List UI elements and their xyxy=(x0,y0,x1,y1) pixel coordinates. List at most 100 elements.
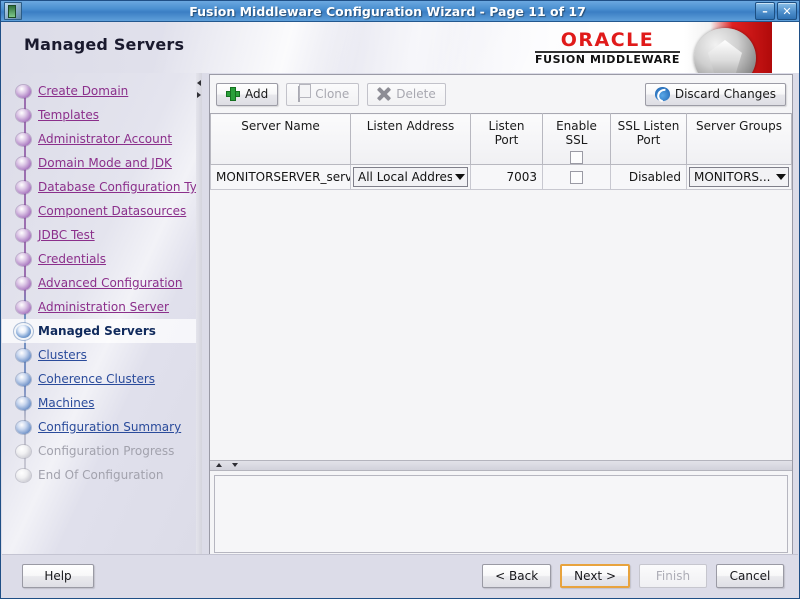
sidebar-item-label: Credentials xyxy=(38,252,107,266)
help-button[interactable]: Help xyxy=(22,564,94,588)
sidebar-item-label: Create Domain xyxy=(38,84,129,98)
expand-down-icon[interactable] xyxy=(232,463,238,467)
oracle-wordmark: ORACLE xyxy=(560,29,655,51)
enable-ssl-checkbox[interactable] xyxy=(570,171,583,184)
server-groups-dropdown[interactable]: MONITORS... xyxy=(689,167,789,187)
sidebar-item-label: Configuration Progress xyxy=(38,444,175,458)
cell-listen-address[interactable]: All Local Address... xyxy=(350,164,471,190)
cell-server-name[interactable]: MONITORSERVER_server xyxy=(210,164,351,190)
server-groups-value: MONITORS... xyxy=(694,170,771,184)
sidebar-item-domain-mode-and-jdk[interactable]: Domain Mode and JDK xyxy=(2,151,198,175)
window-title: Fusion Middleware Configuration Wizard -… xyxy=(189,3,586,19)
details-pane xyxy=(214,475,788,553)
sidebar-item-label: Clusters xyxy=(38,348,87,362)
step-bullet-icon xyxy=(16,276,31,290)
sidebar-item-database-configuration-type[interactable]: Database Configuration Type xyxy=(2,175,198,199)
sidebar-item-templates[interactable]: Templates xyxy=(2,103,198,127)
sidebar-item-credentials[interactable]: Credentials xyxy=(2,247,198,271)
sidebar-item-label: Domain Mode and JDK xyxy=(38,156,172,170)
sidebar-item-administration-server[interactable]: Administration Server xyxy=(2,295,198,319)
clone-button[interactable]: Clone xyxy=(286,82,360,106)
step-bullet-icon xyxy=(16,156,31,170)
sidebar-item-administrator-account[interactable]: Administrator Account xyxy=(2,127,198,151)
column-header-enable-ssl[interactable]: Enable SSL xyxy=(542,113,611,165)
column-header-listen-port[interactable]: Listen Port xyxy=(470,113,543,165)
cancel-button[interactable]: Cancel xyxy=(716,564,784,588)
step-bullet-icon xyxy=(16,372,31,386)
managed-servers-panel: Add Clone Delete Discard Changes Server … xyxy=(209,74,793,558)
step-bullet-icon xyxy=(16,420,31,434)
next-button[interactable]: Next > xyxy=(560,564,630,588)
cell-enable-ssl[interactable] xyxy=(542,164,611,190)
sidebar-item-label: Administration Server xyxy=(38,300,169,314)
listen-address-value: All Local Address... xyxy=(358,170,452,184)
sidebar-item-clusters[interactable]: Clusters xyxy=(2,343,198,367)
table-row[interactable]: MONITORSERVER_server All Local Address..… xyxy=(210,164,792,190)
sidebar-item-advanced-configuration[interactable]: Advanced Configuration xyxy=(2,271,198,295)
sidebar-item-configuration-progress: Configuration Progress xyxy=(2,439,198,463)
page-title: Managed Servers xyxy=(24,35,185,54)
sidebar-item-machines[interactable]: Machines xyxy=(2,391,198,415)
sidebar-item-end-of-configuration: End Of Configuration xyxy=(2,463,198,487)
sidebar-item-label: Templates xyxy=(38,108,100,122)
add-button[interactable]: Add xyxy=(216,82,279,106)
copy-icon xyxy=(296,86,310,102)
listen-address-dropdown[interactable]: All Local Address... xyxy=(353,167,468,187)
wizard-window: Fusion Middleware Configuration Wizard -… xyxy=(0,0,800,599)
sidebar-item-label: Component Datasources xyxy=(38,204,187,218)
step-bullet-icon xyxy=(16,468,31,482)
discard-changes-button[interactable]: Discard Changes xyxy=(644,82,786,106)
column-header-server-name[interactable]: Server Name xyxy=(210,113,351,165)
window-controls: – ✕ xyxy=(755,2,797,20)
app-icon xyxy=(4,2,22,20)
step-bullet-icon xyxy=(16,444,31,458)
chevron-down-icon xyxy=(776,174,786,180)
sidebar-item-create-domain[interactable]: Create Domain xyxy=(2,79,198,103)
step-bullet-icon xyxy=(16,300,31,314)
sidebar-item-coherence-clusters[interactable]: Coherence Clusters xyxy=(2,367,198,391)
sidebar-item-managed-servers[interactable]: Managed Servers xyxy=(2,319,198,343)
oracle-badge-icon xyxy=(684,22,772,73)
column-header-server-groups[interactable]: Server Groups xyxy=(686,113,792,165)
cell-listen-port[interactable]: 7003 xyxy=(470,164,543,190)
sidebar-item-label: Coherence Clusters xyxy=(38,372,156,386)
undo-icon xyxy=(654,87,670,101)
wizard-step-sidebar: Create Domain Templates Administrator Acco… xyxy=(2,73,198,557)
sidebar-splitter[interactable] xyxy=(196,73,202,557)
expand-right-icon[interactable] xyxy=(197,92,201,98)
step-bullet-icon xyxy=(16,108,31,122)
close-button[interactable]: ✕ xyxy=(777,2,797,20)
cell-ssl-listen-port: Disabled xyxy=(610,164,687,190)
minimize-button[interactable]: – xyxy=(755,2,775,20)
cell-server-groups[interactable]: MONITORS... xyxy=(686,164,792,190)
step-list: Create Domain Templates Administrator Acco… xyxy=(2,73,198,487)
plus-icon xyxy=(226,87,240,101)
sidebar-item-component-datasources[interactable]: Component Datasources xyxy=(2,199,198,223)
collapse-left-icon[interactable] xyxy=(197,80,201,86)
sidebar-item-label: Configuration Summary xyxy=(38,420,182,434)
managed-servers-table: Server Name Listen Address Listen Port E… xyxy=(210,113,792,190)
sidebar-item-label: Administrator Account xyxy=(38,132,173,146)
column-header-listen-address[interactable]: Listen Address xyxy=(350,113,471,165)
column-header-ssl-listen-port[interactable]: SSL Listen Port xyxy=(610,113,687,165)
sidebar-item-configuration-summary[interactable]: Configuration Summary xyxy=(2,415,198,439)
sidebar-item-label: Machines xyxy=(38,396,95,410)
add-button-label: Add xyxy=(245,87,269,101)
finish-button[interactable]: Finish xyxy=(639,564,707,588)
panel-splitter[interactable] xyxy=(210,460,792,471)
oracle-logo: ORACLE FUSION MIDDLEWARE xyxy=(534,29,680,66)
step-bullet-icon xyxy=(16,252,31,266)
sidebar-item-label: JDBC Test xyxy=(38,228,95,242)
delete-button[interactable]: Delete xyxy=(367,82,446,106)
step-bullet-icon xyxy=(16,228,31,242)
select-all-ssl-checkbox[interactable] xyxy=(570,151,583,164)
sidebar-item-label: Database Configuration Type xyxy=(38,180,198,194)
back-button[interactable]: < Back xyxy=(482,564,552,588)
oracle-subbrand: FUSION MIDDLEWARE xyxy=(534,53,680,66)
collapse-up-icon[interactable] xyxy=(216,463,222,467)
sidebar-item-jdbc-test[interactable]: JDBC Test xyxy=(2,223,198,247)
step-bullet-icon xyxy=(16,132,31,146)
delete-button-label: Delete xyxy=(396,87,436,101)
sidebar-item-label: Managed Servers xyxy=(38,324,156,338)
step-bullet-icon xyxy=(16,84,31,98)
